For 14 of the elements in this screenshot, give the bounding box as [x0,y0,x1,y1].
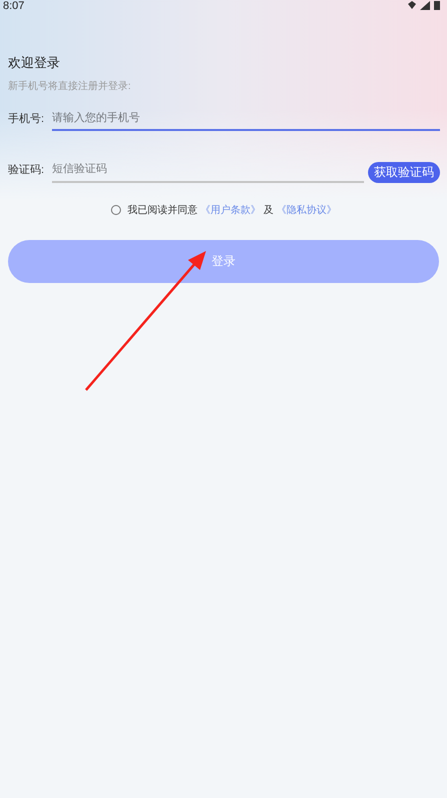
terms-link[interactable]: 《用户条款》 [200,202,260,218]
agree-checkbox[interactable] [110,205,120,215]
privacy-link[interactable]: 《隐私协议》 [276,202,336,218]
field-label: 验证码: [8,163,44,178]
input-field[interactable]: 请输入您的手机号 [52,110,440,131]
get-code-button[interactable]: 获取验证码 [368,162,440,182]
status-time: 8:07 [3,0,24,12]
login-button[interactable]: 登录 [8,240,439,282]
subtitle-text: 新手机号将直接注册并登录: [8,80,132,94]
agreement-text: 我已阅读并同意 [128,204,198,218]
field-label: 手机号: [8,112,44,126]
welcome-title: 欢迎登录 [8,54,61,72]
joiner-text: 及 [264,204,274,218]
input-field[interactable]: 短信验证码 [52,161,364,182]
